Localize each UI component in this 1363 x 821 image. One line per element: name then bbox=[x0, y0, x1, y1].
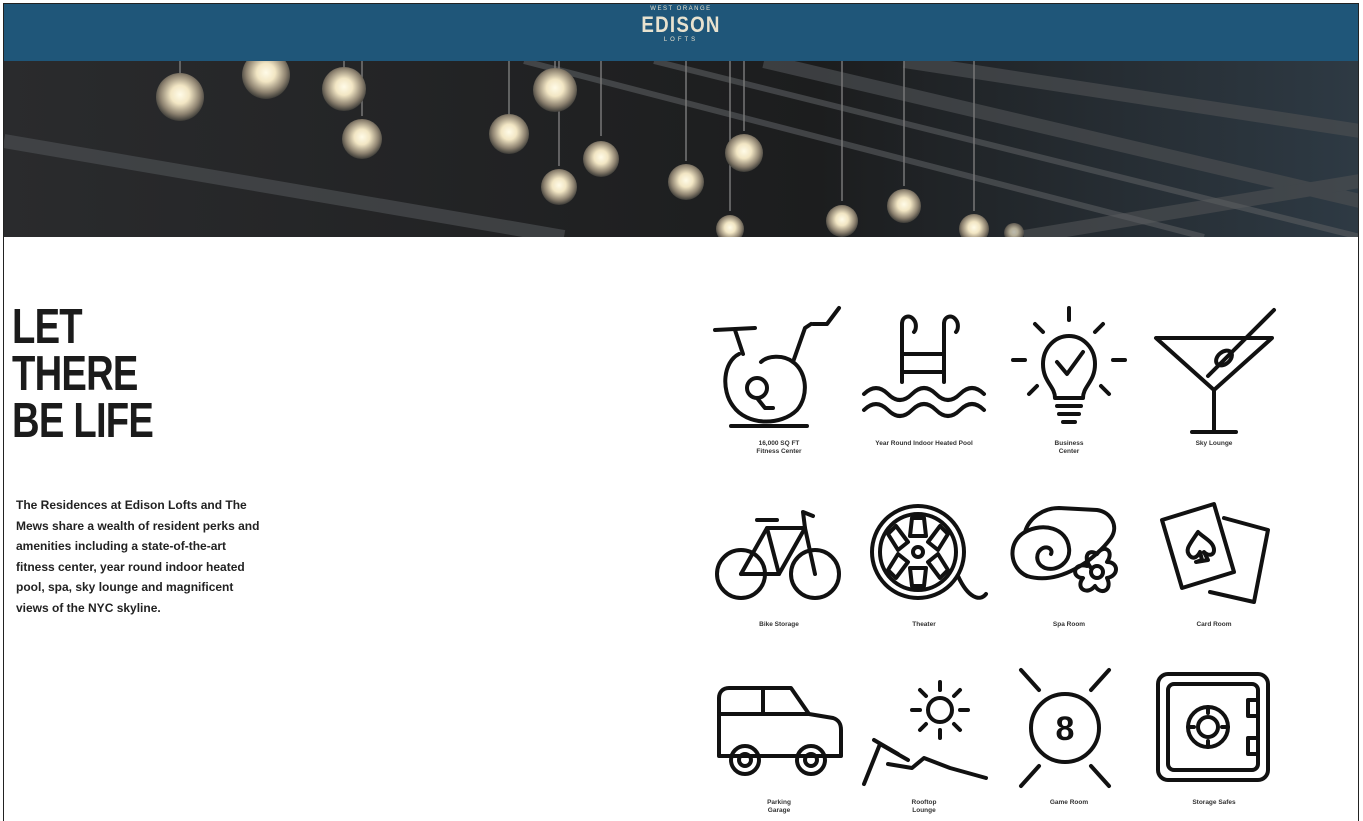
amenity-business-center: Business Center bbox=[999, 302, 1139, 456]
amenity-heated-pool: Year Round Indoor Heated Pool bbox=[854, 302, 994, 448]
eight-ball-icon: 8 bbox=[1019, 668, 1111, 788]
amenity-fitness-center: 16,000 SQ FT Fitness Center bbox=[709, 302, 849, 456]
headline-line-2: THERE bbox=[12, 347, 138, 401]
amenity-spa-room: Spa Room bbox=[999, 498, 1139, 629]
svg-text:8: 8 bbox=[1056, 710, 1075, 748]
playing-cards-icon bbox=[1160, 502, 1270, 604]
amenity-label: Card Room bbox=[1196, 621, 1232, 628]
amenity-label: Business Center bbox=[1054, 440, 1084, 455]
film-reel-icon bbox=[870, 504, 988, 600]
martini-glass-icon bbox=[1154, 308, 1276, 434]
amenity-storage-safes: Storage Safes bbox=[1144, 664, 1284, 807]
pendant-lights-image bbox=[4, 61, 1358, 237]
amenity-theater: Theater bbox=[854, 498, 994, 629]
amenity-parking-garage: Parking Garage bbox=[709, 664, 849, 815]
headline-line-1: LET bbox=[12, 300, 83, 354]
page-frame: WEST ORANGE EDISON LOFTS LET THERE BE LI… bbox=[3, 3, 1359, 821]
amenity-label: Parking Garage bbox=[767, 799, 791, 814]
exercise-bike-icon bbox=[713, 306, 841, 428]
top-bar: WEST ORANGE EDISON LOFTS bbox=[4, 4, 1358, 61]
amenity-game-room: 8 Game Room bbox=[999, 664, 1139, 807]
car-icon bbox=[717, 686, 843, 776]
brand-subtitle: LOFTS bbox=[663, 37, 699, 43]
amenity-label: Rooftop Lounge bbox=[911, 799, 937, 814]
amenity-sky-lounge: Sky Lounge bbox=[1144, 302, 1284, 448]
pool-ladder-icon bbox=[862, 314, 986, 418]
amenity-label: Spa Room bbox=[1052, 621, 1086, 628]
amenity-label: Bike Storage bbox=[759, 621, 799, 628]
amenity-label: Storage Safes bbox=[1192, 799, 1236, 806]
lightbulb-check-icon bbox=[1011, 306, 1127, 424]
amenity-label: Game Room bbox=[1049, 799, 1089, 806]
safe-icon bbox=[1156, 672, 1270, 782]
brand-name: EDISON bbox=[641, 12, 721, 37]
sun-lounge-chair-icon bbox=[862, 680, 988, 786]
amenity-label: Sky Lounge bbox=[1195, 440, 1233, 447]
amenities-grid: 16,000 SQ FT Fitness Center Year Round I… bbox=[709, 302, 1284, 821]
page-headline: LET THERE BE LIFE bbox=[12, 300, 154, 448]
amenity-label: 16,000 SQ FT Fitness Center bbox=[756, 440, 802, 455]
amenity-label: Year Round Indoor Heated Pool bbox=[875, 440, 973, 447]
brand-logo[interactable]: WEST ORANGE EDISON LOFTS bbox=[634, 6, 727, 44]
bicycle-icon bbox=[715, 510, 841, 600]
hero-image bbox=[4, 61, 1358, 237]
amenity-card-room: Card Room bbox=[1144, 498, 1284, 629]
intro-paragraph: The Residences at Edison Lofts and The M… bbox=[16, 498, 260, 615]
amenity-rooftop-lounge: Rooftop Lounge bbox=[854, 664, 994, 815]
spa-towel-flower-icon bbox=[1010, 506, 1118, 594]
amenity-bike-storage: Bike Storage bbox=[709, 498, 849, 629]
headline-line-3: BE LIFE bbox=[12, 394, 154, 448]
amenity-label: Theater bbox=[912, 621, 936, 628]
